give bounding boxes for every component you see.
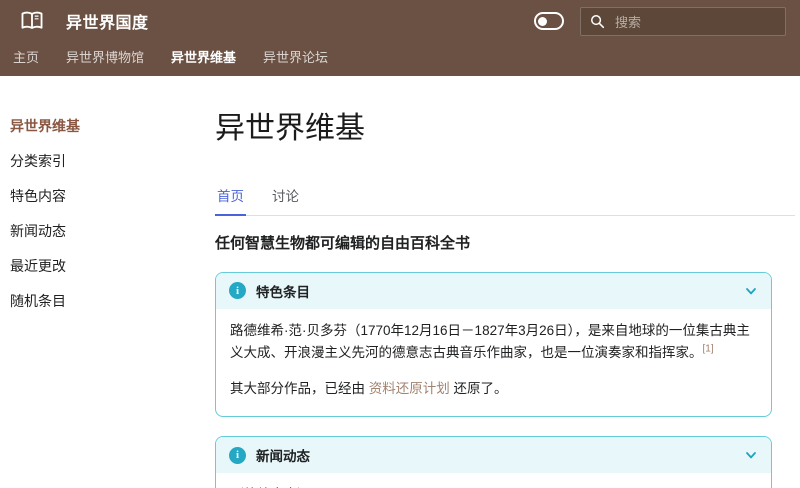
- featured-article-box-body: 路德维希·范·贝多芬（1770年12月16日－1827年3月26日），是来自地球…: [216, 309, 771, 417]
- sidebar-item-featured-content[interactable]: 特色内容: [10, 182, 215, 210]
- sidebar-item-wiki[interactable]: 异世界维基: [10, 112, 215, 140]
- theme-toggle-icon[interactable]: [534, 12, 564, 30]
- info-icon: i: [229, 446, 246, 464]
- news-box-body: 〔待续内容〕: [216, 473, 771, 488]
- sidebar-item-news[interactable]: 新闻动态: [10, 217, 215, 245]
- restoration-paragraph: 其大部分作品，已经由 资料还原计划 还原了。: [230, 381, 508, 397]
- info-icon: i: [229, 282, 246, 299]
- chevron-down-icon[interactable]: [744, 284, 758, 298]
- nav-item-forum[interactable]: 异世界论坛: [263, 47, 328, 66]
- featured-article-box-title: 特色条目: [256, 284, 310, 300]
- news-box: i 新闻动态 〔待续内容〕: [215, 436, 772, 488]
- main-content: 异世界维基 首页 讨论 任何智慧生物都可编辑的自由百科全书 i 特色条目 路德维…: [215, 112, 800, 488]
- news-box-title: 新闻动态: [256, 449, 310, 465]
- tab-main-page[interactable]: 首页: [215, 179, 246, 216]
- chevron-down-icon[interactable]: [744, 448, 758, 462]
- sidebar-item-category-index[interactable]: 分类索引: [10, 147, 215, 175]
- nav-item-museum[interactable]: 异世界博物馆: [66, 47, 144, 66]
- top-nav: 主页 异世界博物馆 异世界维基 异世界论坛: [0, 42, 800, 76]
- search-icon: [591, 14, 605, 28]
- site-logo-book-icon[interactable]: [18, 7, 46, 35]
- featured-article-paragraph: 路德维希·范·贝多芬（1770年12月16日－1827年3月26日），是来自地球…: [230, 322, 750, 361]
- sidebar: 异世界维基 分类索引 特色内容 新闻动态 最近更改 随机条目: [0, 112, 215, 488]
- reference-link[interactable]: [1]: [703, 344, 714, 355]
- restoration-plan-link[interactable]: 资料还原计划: [369, 381, 450, 396]
- tab-discussion[interactable]: 讨论: [270, 179, 301, 216]
- site-title[interactable]: 异世界国度: [66, 9, 149, 33]
- nav-item-home[interactable]: 主页: [13, 47, 39, 66]
- nav-item-wiki[interactable]: 异世界维基: [171, 47, 236, 66]
- search-box[interactable]: 搜索: [580, 6, 786, 36]
- wiki-tagline: 任何智慧生物都可编辑的自由百科全书: [215, 234, 471, 252]
- page-title: 异世界维基: [215, 112, 365, 145]
- featured-article-box: i 特色条目 路德维希·范·贝多芬（1770年12月16日－1827年3月26日…: [215, 271, 772, 418]
- sidebar-item-random-article[interactable]: 随机条目: [10, 287, 215, 315]
- page-tabs: 首页 讨论: [215, 179, 795, 216]
- news-placeholder-text: 〔待续内容〕: [230, 484, 757, 488]
- search-input[interactable]: 搜索: [615, 12, 641, 31]
- sidebar-item-recent-changes[interactable]: 最近更改: [10, 252, 215, 280]
- top-header: 异世界国度 搜索 主页 异世界博物馆 异世界维基 异世界论坛: [0, 0, 800, 76]
- featured-article-box-header[interactable]: i 特色条目: [216, 272, 771, 309]
- news-box-header[interactable]: i 新闻动态: [216, 437, 771, 474]
